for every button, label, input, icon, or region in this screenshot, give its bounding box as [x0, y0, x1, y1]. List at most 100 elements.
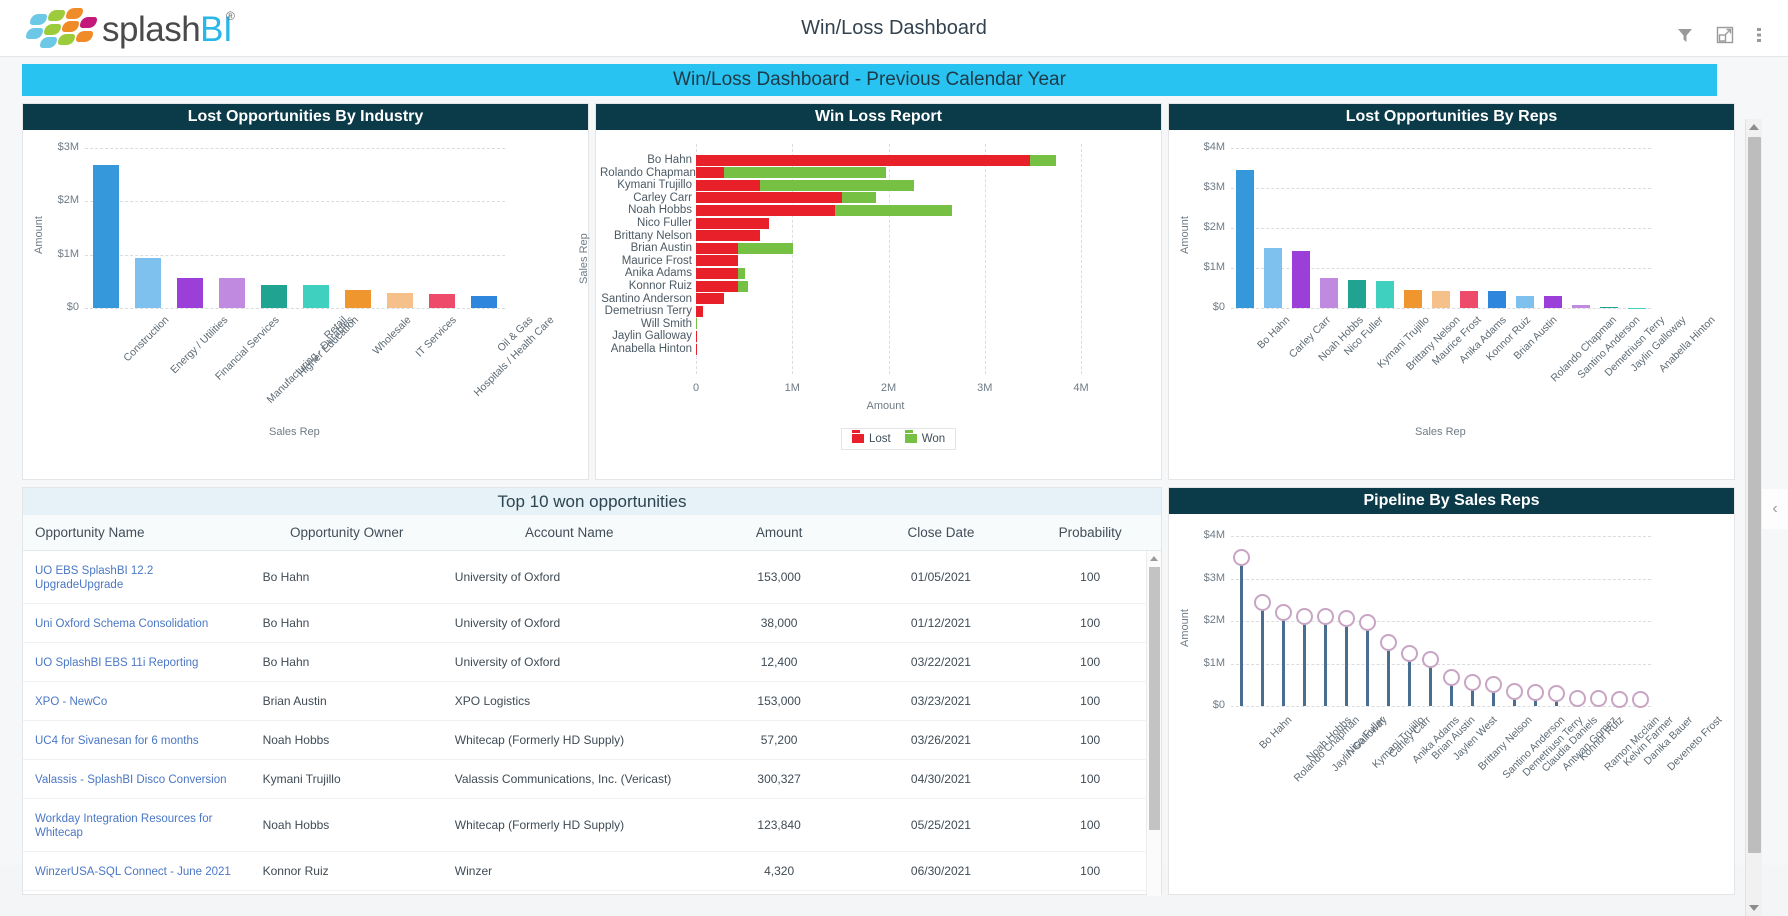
table-scrollbar[interactable]: [1146, 551, 1161, 896]
opportunity-name-link[interactable]: Workday Integration Resources for Whitec…: [35, 813, 212, 839]
bar[interactable]: [1264, 248, 1281, 308]
opportunity-name-link[interactable]: WinzerUSA-SQL Connect - June 2021: [35, 866, 231, 878]
opportunity-name-link[interactable]: XPO - NewCo: [35, 696, 107, 708]
table-row[interactable]: Workday Integration Resources for Whitec…: [23, 799, 1161, 852]
bar-segment-won[interactable]: [760, 180, 914, 191]
opportunity-name-link[interactable]: UO SplashBI EBS 11i Reporting: [35, 657, 198, 669]
bar[interactable]: [471, 296, 497, 308]
table-row[interactable]: XPO - NewCoBrian AustinXPO Logistics153,…: [23, 682, 1161, 721]
bar-segment-lost[interactable]: [696, 255, 738, 266]
scroll-up-arrow-icon[interactable]: [1150, 556, 1158, 561]
bar-segment-lost[interactable]: [696, 180, 760, 191]
bar-segment-lost[interactable]: [696, 155, 1030, 166]
bar-segment-lost[interactable]: [696, 331, 697, 342]
table-row[interactable]: Valassis - SplashBI Disco ConversionKyma…: [23, 760, 1161, 799]
collapse-panel-chevron-icon[interactable]: ‹: [1762, 489, 1788, 529]
more-vertical-icon[interactable]: [1756, 26, 1762, 44]
lollipop-marker[interactable]: [1443, 669, 1460, 686]
bar-segment-lost[interactable]: [696, 344, 697, 355]
table-row[interactable]: UO SplashBI EBS 11i ReportingBo HahnUniv…: [23, 643, 1161, 682]
chart-pipeline-by-sales-reps[interactable]: $0$1M$2M$3M$4MBo HahnRolando ChapmanNoah…: [1169, 514, 1734, 894]
table-scrollbar-thumb[interactable]: [1149, 567, 1160, 830]
lollipop-marker[interactable]: [1485, 676, 1502, 693]
bar-segment-won[interactable]: [696, 318, 697, 329]
bar-segment-won[interactable]: [724, 167, 886, 178]
bar[interactable]: [1600, 307, 1617, 308]
bar[interactable]: [1348, 280, 1365, 308]
bar[interactable]: [1572, 305, 1589, 308]
bar[interactable]: [1292, 251, 1309, 308]
bar-segment-lost[interactable]: [696, 293, 724, 304]
lollipop-marker[interactable]: [1422, 651, 1439, 668]
bar[interactable]: [1404, 290, 1421, 308]
bar-segment-won[interactable]: [738, 268, 745, 279]
bar[interactable]: [93, 165, 119, 308]
lollipop-marker[interactable]: [1527, 684, 1544, 701]
bar-segment-lost[interactable]: [696, 218, 769, 229]
lollipop-marker[interactable]: [1380, 634, 1397, 651]
bar[interactable]: [303, 285, 329, 308]
bar-segment-lost[interactable]: [696, 243, 738, 254]
bar-segment-lost[interactable]: [696, 268, 738, 279]
bar-segment-lost[interactable]: [696, 281, 738, 292]
bar[interactable]: [1544, 296, 1561, 308]
bar[interactable]: [1432, 291, 1449, 308]
bar-segment-lost[interactable]: [696, 167, 724, 178]
dashboard-scrollbar-thumb[interactable]: [1748, 137, 1761, 853]
bar[interactable]: [1516, 296, 1533, 308]
bar-segment-won[interactable]: [738, 281, 748, 292]
chart-win-loss-report[interactable]: 01M2M3M4MBo HahnRolando ChapmanKymani Tr…: [596, 130, 1161, 479]
bar-segment-won[interactable]: [835, 205, 952, 216]
bar[interactable]: [1236, 170, 1253, 308]
lollipop-marker[interactable]: [1590, 690, 1607, 707]
lollipop-marker[interactable]: [1338, 610, 1355, 627]
bar[interactable]: [387, 293, 413, 308]
bar-segment-lost[interactable]: [696, 230, 760, 241]
lollipop-marker[interactable]: [1611, 691, 1628, 708]
scroll-up-arrow-icon[interactable]: [1749, 124, 1759, 130]
bar[interactable]: [135, 258, 161, 308]
opportunity-name-link[interactable]: Uni Oxford Schema Consolidation: [35, 618, 208, 630]
lollipop-marker[interactable]: [1632, 691, 1649, 708]
lollipop-marker[interactable]: [1464, 674, 1481, 691]
lollipop-marker[interactable]: [1275, 604, 1292, 621]
bar[interactable]: [345, 290, 371, 308]
lollipop-marker[interactable]: [1317, 608, 1334, 625]
chart-lost-by-reps[interactable]: $0$1M$2M$3M$4MBo HahnCarley CarrNoah Hob…: [1169, 130, 1734, 479]
bar[interactable]: [1376, 281, 1393, 308]
table-row[interactable]: UO EBS SplashBI 12.2 UpgradeUpgradeBo Ha…: [23, 551, 1161, 604]
table-row[interactable]: WinzerUSA-SQL Connect - June 2021Konnor …: [23, 852, 1161, 891]
chart-lost-by-industry[interactable]: $0$1M$2M$3MConstructionEnergy / Utilitie…: [23, 130, 588, 479]
opportunity-name-link[interactable]: Valassis - SplashBI Disco Conversion: [35, 774, 227, 786]
bar[interactable]: [219, 278, 245, 308]
lollipop-marker[interactable]: [1296, 608, 1313, 625]
opportunity-name-link[interactable]: UO EBS SplashBI 12.2 UpgradeUpgrade: [35, 565, 153, 591]
bar[interactable]: [1488, 291, 1505, 308]
lollipop-marker[interactable]: [1401, 645, 1418, 662]
table-scroll-area[interactable]: UO EBS SplashBI 12.2 UpgradeUpgradeBo Ha…: [23, 551, 1161, 896]
table-row[interactable]: UC4 for Sivanesan for 6 monthsNoah Hobbs…: [23, 721, 1161, 760]
bar[interactable]: [261, 285, 287, 308]
lollipop-marker[interactable]: [1254, 594, 1271, 611]
lollipop-marker[interactable]: [1506, 683, 1523, 700]
table-row[interactable]: Uni Oxford Schema ConsolidationBo HahnUn…: [23, 604, 1161, 643]
opportunity-name-link[interactable]: UC4 for Sivanesan for 6 months: [35, 735, 199, 747]
bar-segment-lost[interactable]: [696, 192, 842, 203]
filter-icon[interactable]: [1676, 26, 1694, 44]
bar[interactable]: [1460, 291, 1477, 308]
lollipop-marker[interactable]: [1359, 614, 1376, 631]
scroll-down-arrow-icon[interactable]: [1749, 905, 1759, 911]
bar-segment-won[interactable]: [1030, 155, 1056, 166]
dashboard-scrollbar[interactable]: [1745, 119, 1762, 916]
lollipop-marker[interactable]: [1569, 690, 1586, 707]
lollipop-marker[interactable]: [1233, 549, 1250, 566]
bar-segment-won[interactable]: [738, 243, 793, 254]
lollipop-marker[interactable]: [1548, 685, 1565, 702]
bar-segment-won[interactable]: [842, 192, 876, 203]
bar[interactable]: [1320, 278, 1337, 308]
bar-segment-lost[interactable]: [696, 306, 703, 317]
bar[interactable]: [177, 278, 203, 308]
bar-segment-lost[interactable]: [696, 205, 835, 216]
bar[interactable]: [429, 294, 455, 308]
expand-icon[interactable]: [1716, 26, 1734, 44]
